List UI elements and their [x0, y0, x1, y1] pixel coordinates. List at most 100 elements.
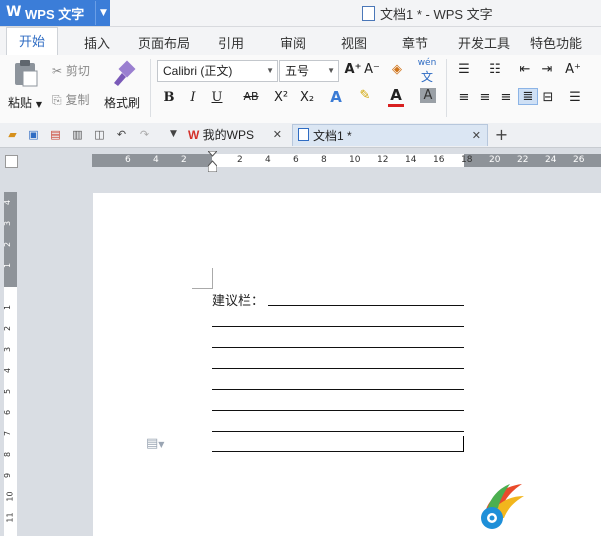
copy-icon: ⎘ — [52, 93, 62, 107]
clear-format-icon[interactable]: ◈ — [388, 62, 406, 77]
shrink-font-icon[interactable]: A⁻ — [363, 62, 381, 77]
margin-corner-mark — [192, 268, 213, 289]
decrease-indent-icon[interactable]: ⇤ — [516, 62, 534, 77]
underline-button[interactable]: U — [210, 90, 224, 105]
new-tab-button[interactable]: + — [494, 127, 509, 143]
app-menu-button[interactable]: W WPS 文字 ▼ — [0, 0, 110, 26]
brush-icon — [114, 60, 136, 86]
clipboard-icon — [15, 60, 38, 87]
ruler-tick-label: 24 — [545, 155, 557, 165]
print-icon[interactable]: ▥ — [70, 127, 85, 142]
bullet-list-icon[interactable]: ☰ — [453, 62, 475, 77]
menu-bar: 开始 插入 页面布局 引用 审阅 视图 章节 开发工具 特色功能 — [0, 27, 601, 56]
chevron-down-icon[interactable]: ▼ — [95, 1, 111, 25]
char-border-icon[interactable]: A⁺ — [562, 62, 584, 77]
font-size-select[interactable]: 五号 ▼ — [279, 60, 339, 82]
colorful-logo-icon — [474, 478, 528, 532]
scissors-icon: ✂ — [52, 64, 63, 78]
tab-references[interactable]: 引用 — [218, 33, 244, 52]
format-painter-label: 格式刷 — [103, 96, 140, 110]
tab-document[interactable]: 文档1 * ✕ — [292, 124, 488, 146]
tab-home[interactable]: 开始 — [6, 27, 59, 55]
chevron-down-icon[interactable]: ▼ — [166, 127, 181, 142]
ruler-tick-label: 8 — [321, 155, 327, 165]
strikethrough-button[interactable]: AB — [240, 90, 262, 103]
ruler-tick-label: 1 — [3, 304, 13, 311]
redo-icon[interactable]: ↷ — [137, 127, 152, 142]
font-name-select[interactable]: Calibri (正文) ▼ — [157, 60, 278, 82]
fill-line — [212, 451, 464, 452]
ribbon: 粘贴 ▼ ✂ 剪切 ⎘ 复制 格式刷 Calibri (正文) ▼ 五号 ▼ A⁺ … — [0, 55, 601, 124]
text-effect-icon[interactable]: A — [328, 88, 344, 106]
quick-access-bar: ▰ ▣ ▤ ▥ ◫ ↶ ↷ ▼ W 我的WPS ✕ 文档1 * ✕ + — [0, 123, 601, 148]
window-title: 文档1 * - WPS 文字 — [362, 4, 493, 23]
cut-button[interactable]: ✂ 剪切 — [52, 62, 90, 79]
tab-page-layout[interactable]: 页面布局 — [138, 33, 190, 52]
tab-insert[interactable]: 插入 — [84, 33, 110, 52]
ruler-tick-label: 2 — [3, 241, 13, 248]
tab-review[interactable]: 审阅 — [280, 33, 306, 52]
ruler-tick-label: 2 — [237, 155, 243, 165]
export-pdf-icon[interactable]: ▤ — [48, 127, 63, 142]
paste-button[interactable]: 粘贴 ▼ — [6, 59, 44, 115]
ruler-tick-label: 14 — [405, 155, 417, 165]
highlight-icon[interactable]: ✎ — [356, 88, 374, 103]
document-icon — [298, 128, 309, 141]
superscript-button[interactable]: X² — [272, 90, 290, 105]
ruler-tick-label: 4 — [153, 155, 159, 165]
font-color-button[interactable]: A — [388, 86, 404, 107]
fill-line — [212, 368, 464, 369]
save-icon[interactable]: ▣ — [26, 127, 41, 142]
char-shading-icon[interactable]: A — [420, 88, 436, 103]
chevron-down-icon: ▼ — [266, 66, 274, 75]
ruler-tick-label: 9 — [3, 472, 13, 479]
paste-label: 粘贴 — [8, 96, 33, 110]
fill-line — [212, 389, 464, 390]
paragraph-layout-icon[interactable]: ▤▼ — [146, 436, 164, 451]
distributed-align-icon[interactable]: ⊟ — [540, 90, 556, 105]
document-icon — [362, 6, 375, 21]
fill-line — [212, 431, 464, 432]
pinyin-guide-icon[interactable]: wén 文 — [414, 58, 440, 85]
fill-line — [212, 410, 464, 411]
tab-stop-selector[interactable] — [5, 155, 18, 168]
justify-icon[interactable]: ≣ — [518, 88, 538, 105]
bold-button[interactable]: B — [162, 90, 176, 105]
italic-button[interactable]: I — [186, 90, 200, 105]
line-spacing-icon[interactable]: ☰ — [564, 90, 586, 105]
tab-my-wps[interactable]: W 我的WPS ✕ — [188, 124, 288, 146]
indent-marker[interactable] — [206, 150, 219, 173]
tab-view[interactable]: 视图 — [341, 33, 367, 52]
undo-icon[interactable]: ↶ — [114, 127, 129, 142]
chevron-down-icon: ▼ — [327, 66, 335, 75]
ruler-tick-label: 3 — [3, 220, 13, 227]
ruler-tick-label: 18 — [461, 155, 473, 165]
subscript-button[interactable]: X₂ — [298, 90, 316, 105]
tab-special[interactable]: 特色功能 — [530, 33, 582, 52]
ruler-tick-label: 4 — [265, 155, 271, 165]
close-icon[interactable]: ✕ — [472, 125, 481, 147]
ruler-tick-label: 10 — [5, 491, 15, 502]
ruler-tick-label: 5 — [3, 388, 13, 395]
align-left-icon[interactable]: ≡ — [456, 90, 472, 105]
format-painter-button[interactable]: 格式刷 — [102, 59, 142, 115]
close-icon[interactable]: ✕ — [273, 124, 282, 146]
open-folder-icon[interactable]: ▰ — [5, 127, 20, 142]
numbered-list-icon[interactable]: ☷ — [484, 62, 506, 77]
tab-chapter[interactable]: 章节 — [402, 33, 428, 52]
ruler-tick-label: 11 — [5, 512, 15, 523]
copy-button[interactable]: ⎘ 复制 — [52, 91, 89, 108]
fill-line — [268, 305, 464, 306]
ruler-tick-label: 10 — [349, 155, 361, 165]
ruler-tick-label: 20 — [489, 155, 501, 165]
grow-font-icon[interactable]: A⁺ — [344, 62, 362, 77]
align-center-icon[interactable]: ≡ — [477, 90, 493, 105]
chevron-down-icon[interactable]: ▼ — [36, 100, 42, 109]
print-preview-icon[interactable]: ◫ — [92, 127, 107, 142]
ruler-tick-label: 7 — [3, 430, 13, 437]
ruler-tick-label: 2 — [3, 325, 13, 332]
align-right-icon[interactable]: ≡ — [498, 90, 514, 105]
increase-indent-icon[interactable]: ⇥ — [538, 62, 556, 77]
ruler-tick-label: 4 — [3, 199, 13, 206]
tab-developer[interactable]: 开发工具 — [458, 33, 510, 52]
